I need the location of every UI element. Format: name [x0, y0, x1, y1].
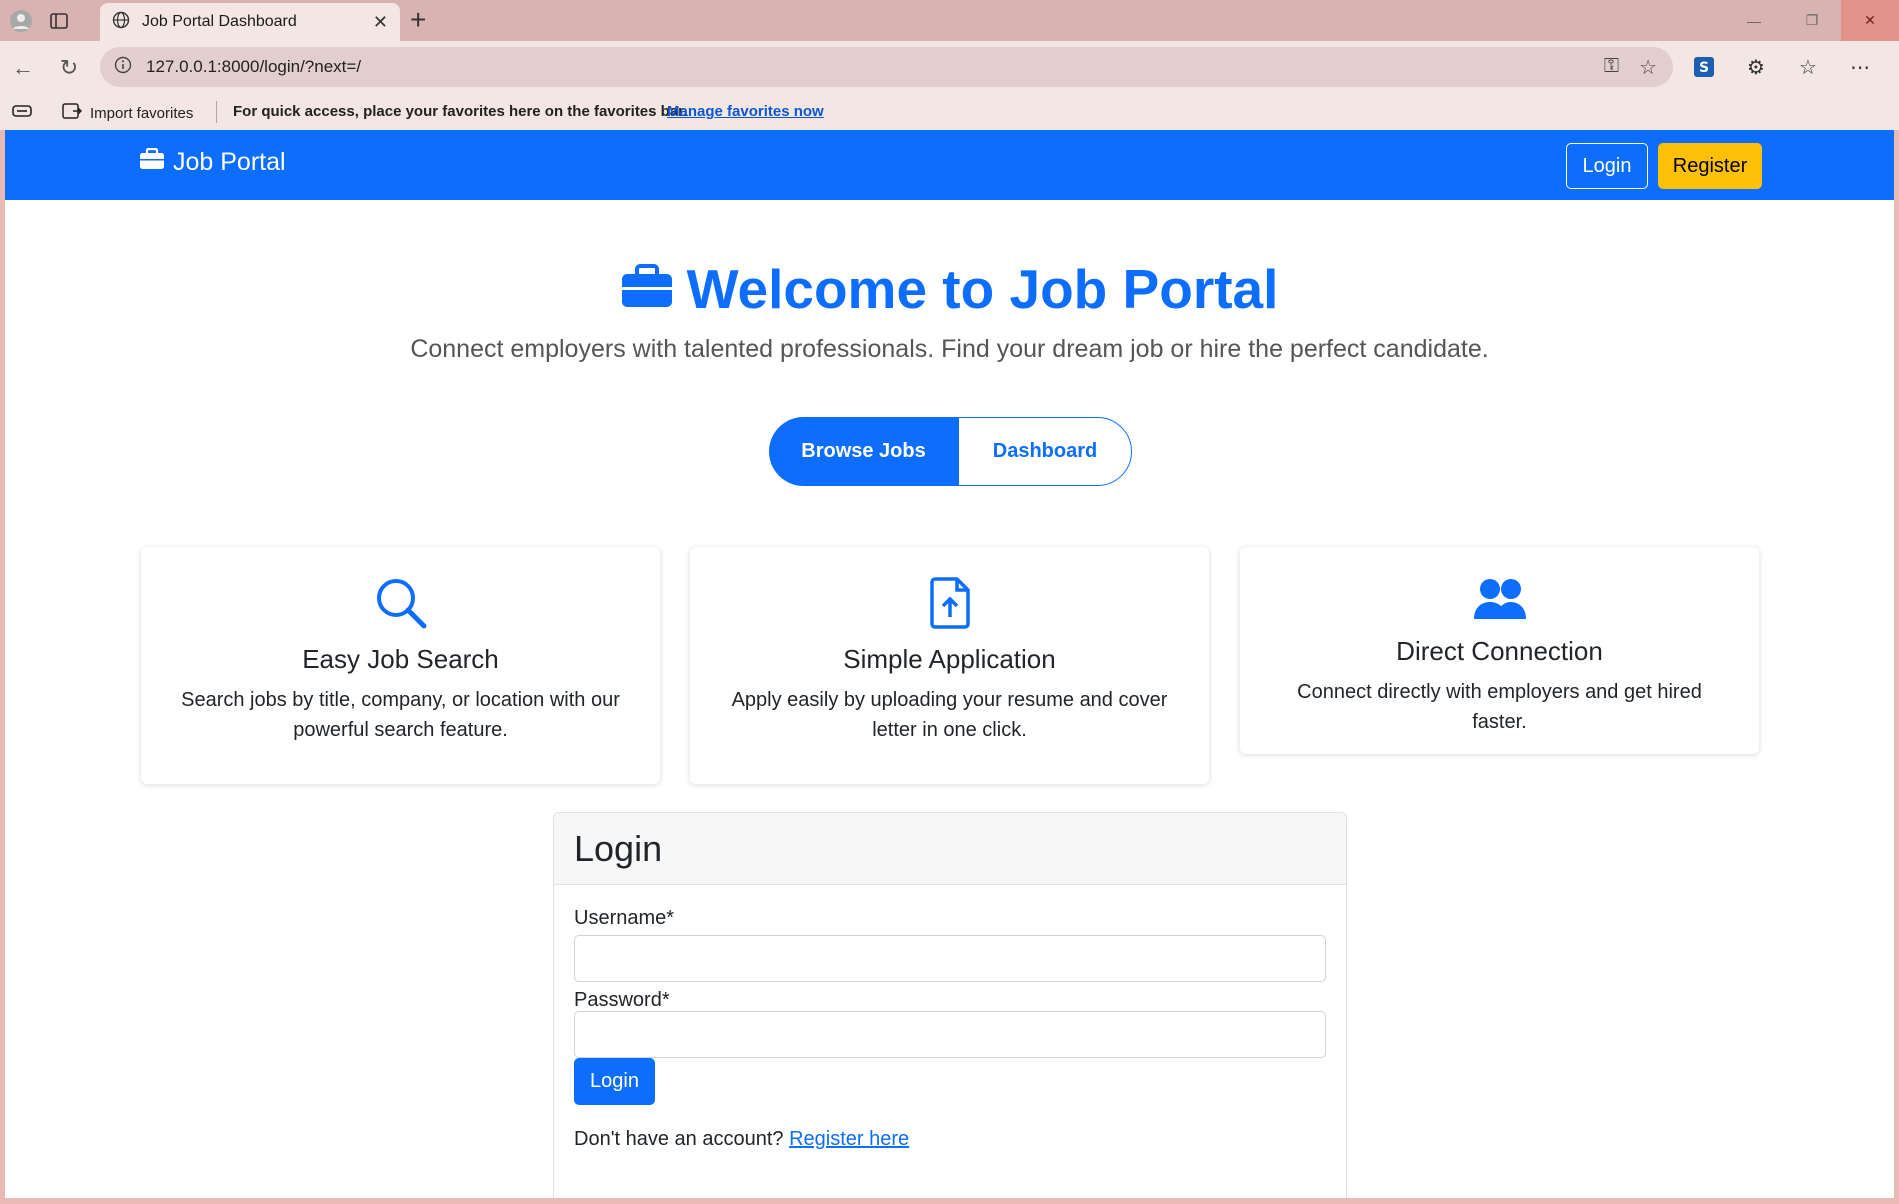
login-submit-button[interactable]: Login [574, 1058, 655, 1105]
tab-actions-icon[interactable] [46, 8, 72, 34]
hero-title: Welcome to Job Portal [5, 257, 1894, 321]
page-viewport: Job Portal Login Register Welcome to Job… [5, 130, 1894, 1198]
window-close-icon[interactable]: ✕ [1841, 0, 1899, 41]
star-icon[interactable]: ☆ [1639, 55, 1657, 80]
brand-text: Job Portal [173, 148, 286, 176]
url-text: 127.0.0.1:8000/login/?next=/ [146, 57, 362, 76]
nav-register-button[interactable]: Register [1658, 143, 1762, 189]
browse-jobs-button[interactable]: Browse Jobs [769, 417, 958, 486]
feature-card: Easy Job Search Search jobs by title, co… [141, 547, 660, 784]
people-icon [1473, 579, 1527, 625]
back-icon[interactable]: ← [8, 53, 38, 83]
hero-button-group: Browse Jobs Dashboard [769, 417, 1132, 486]
briefcase-icon [621, 257, 673, 321]
site-navbar: Job Portal Login Register [5, 130, 1894, 200]
extensions-icon[interactable]: ⚙ [1742, 53, 1770, 81]
tab-title: Job Portal Dashboard [142, 13, 297, 30]
extension-s-icon[interactable]: S [1690, 53, 1718, 81]
divider [216, 101, 217, 123]
browser-tab-bar: Job Portal Dashboard ✕ + — ❐ ✕ [0, 0, 1899, 41]
feature-card: Simple Application Apply easily by uploa… [690, 547, 1209, 784]
hero-title-text: Welcome to Job Portal [686, 258, 1279, 320]
feature-text: Apply easily by uploading your resume an… [731, 689, 1168, 741]
hero-subtitle: Connect employers with talented professi… [410, 335, 1489, 363]
restore-icon[interactable]: ❐ [1783, 0, 1841, 41]
search-icon [375, 579, 427, 633]
file-upload-icon [929, 577, 971, 633]
globe-icon [112, 11, 130, 34]
more-icon[interactable]: ⋯ [1846, 53, 1874, 81]
nav-login-button[interactable]: Login [1566, 143, 1648, 189]
username-label: Username* [574, 907, 675, 929]
close-icon[interactable]: ✕ [373, 12, 388, 33]
feature-title: Simple Application [843, 644, 1056, 674]
window-controls: — ❐ ✕ [1725, 0, 1899, 41]
feature-text: Search jobs by title, company, or locati… [181, 689, 620, 741]
briefcase-icon [139, 147, 165, 177]
register-prompt-text: Don't have an account? [574, 1128, 784, 1150]
feature-title: Easy Job Search [302, 644, 499, 674]
tab-job-portal[interactable]: Job Portal Dashboard ✕ [100, 3, 400, 41]
feature-card: Direct Connection Connect directly with … [1240, 547, 1759, 754]
register-prompt: Don't have an account? Register here [574, 1128, 909, 1151]
dashboard-button[interactable]: Dashboard [958, 417, 1132, 486]
brand-link[interactable]: Job Portal [139, 147, 286, 177]
username-input[interactable] [574, 935, 1326, 982]
import-icon [62, 102, 83, 124]
login-card: Login Username* Password* Login Don't ha… [553, 812, 1347, 1198]
svg-text:S: S [1699, 60, 1709, 76]
site-info-icon[interactable] [114, 56, 132, 79]
import-favorites-label: Import favorites [90, 104, 194, 122]
profile-icon[interactable] [8, 8, 34, 34]
address-bar-row: ← ↻ 127.0.0.1:8000/login/?next=/ ⚿ ☆ S ⚙… [0, 41, 1899, 94]
refresh-icon[interactable]: ↻ [54, 53, 84, 83]
password-input[interactable] [574, 1011, 1326, 1058]
reading-view-icon[interactable] [12, 103, 32, 123]
key-icon[interactable]: ⚿ [1604, 55, 1619, 80]
register-here-link[interactable]: Register here [789, 1128, 909, 1150]
favorites-icon[interactable]: ☆ [1794, 53, 1822, 81]
login-card-header: Login [554, 813, 1346, 885]
password-label: Password* [574, 989, 670, 1011]
feature-title: Direct Connection [1396, 636, 1603, 666]
minimize-icon[interactable]: — [1725, 0, 1783, 41]
import-favorites-button[interactable]: Import favorites [62, 102, 193, 124]
feature-text: Connect directly with employers and get … [1297, 681, 1702, 733]
favorites-message: For quick access, place your favorites h… [233, 103, 688, 120]
favorites-bar: Import favorites For quick access, place… [0, 94, 1899, 130]
address-bar[interactable]: 127.0.0.1:8000/login/?next=/ ⚿ ☆ [100, 47, 1673, 87]
manage-favorites-link[interactable]: Manage favorites now [667, 103, 824, 120]
new-tab-icon[interactable]: + [410, 4, 426, 36]
